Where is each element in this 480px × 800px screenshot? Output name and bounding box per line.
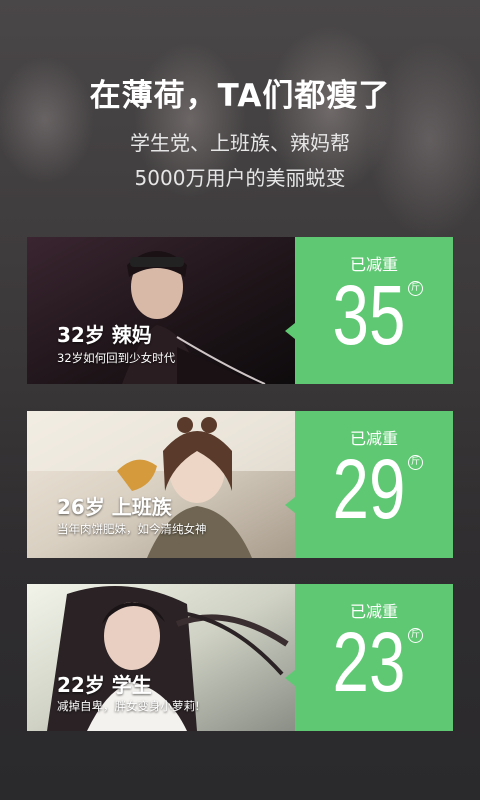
hero-title: 在薄荷，TA们都瘦了 [89,78,391,114]
story-label: 22岁 学生 [57,673,152,697]
stat-value: 35 [332,268,406,362]
story-tagline: 当年肉饼肥妹，如今清纯女神 [57,522,207,536]
success-story-card[interactable]: 32岁 辣妈 32岁如何回到少女时代 已减重 35 斤 [27,237,453,384]
stat-unit-badge: 斤 [408,628,423,643]
story-photo: 26岁 上班族 当年肉饼肥妹，如今清纯女神 [27,411,295,558]
weight-loss-stat: 已减重 23 斤 [285,584,453,731]
stat-value: 29 [332,442,406,536]
stat-pointer [285,497,295,513]
success-story-card[interactable]: 26岁 上班族 当年肉饼肥妹，如今清纯女神 已减重 29 斤 [27,411,453,558]
weight-loss-stat: 已减重 35 斤 [285,237,453,384]
hero-subtitle-line1: 学生党、上班族、辣妈帮 [130,131,350,155]
stat-value: 23 [332,615,406,709]
stat-unit-badge: 斤 [408,281,423,296]
hero-subtitle-line2: 5000万用户的美丽蜕变 [134,166,346,190]
weight-loss-stat: 已减重 29 斤 [285,411,453,558]
stat-pointer [285,323,295,339]
story-label: 26岁 上班族 [57,495,172,519]
story-tagline: 32岁如何回到少女时代 [57,351,176,365]
story-tagline: 减掉自卑，胖女变身小萝莉! [57,699,200,713]
story-photo: 22岁 学生 减掉自卑，胖女变身小萝莉! [27,584,295,731]
story-label: 32岁 辣妈 [57,323,152,347]
stat-unit-badge: 斤 [408,455,423,470]
stat-pointer [285,670,295,686]
success-story-card[interactable]: 22岁 学生 减掉自卑，胖女变身小萝莉! 已减重 23 斤 [27,584,453,731]
story-photo: 32岁 辣妈 32岁如何回到少女时代 [27,237,295,384]
